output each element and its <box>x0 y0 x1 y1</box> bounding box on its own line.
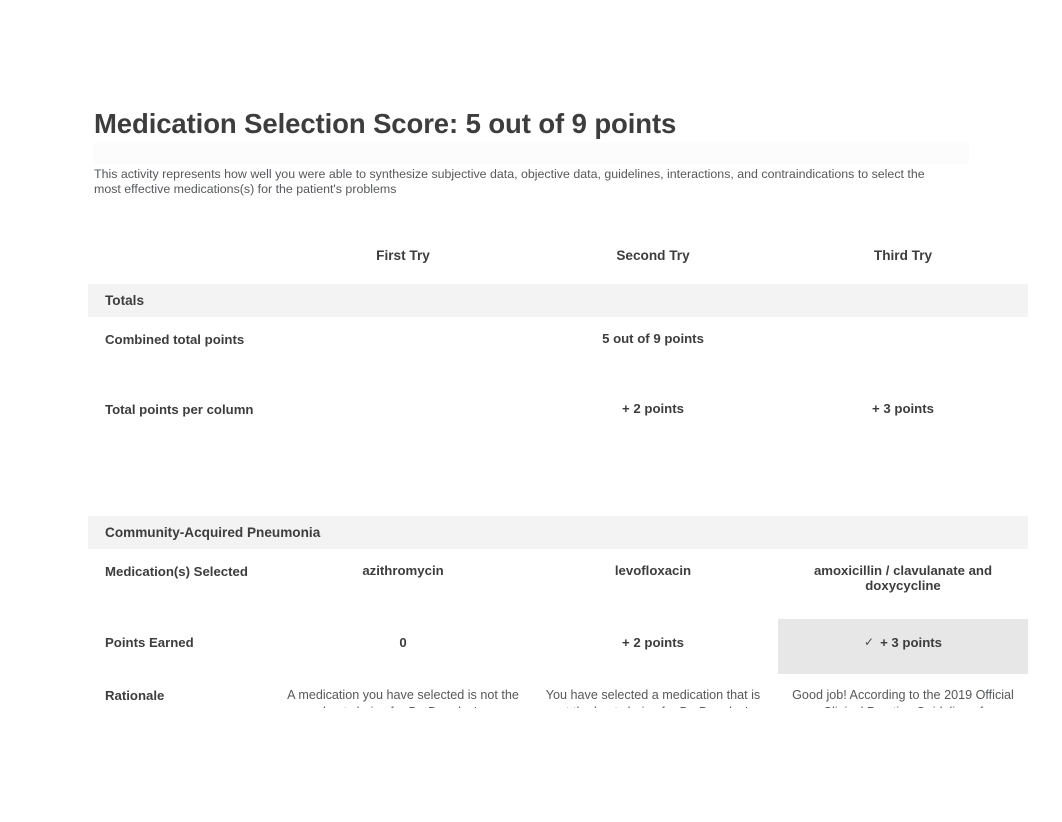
cell-third-try-best-choice: ✓ + 3 points <box>778 619 1028 674</box>
cell-second-try: + 2 points <box>622 401 684 416</box>
cell-third-try: + 3 points <box>872 401 934 416</box>
cell-first-try <box>278 317 528 387</box>
results-page: Medication Selection Score: 5 out of 9 p… <box>0 0 1062 822</box>
header-cell-second-try: Second Try <box>528 226 778 284</box>
header-cell-third-try: Third Try <box>778 226 1028 284</box>
row-label: Medication(s) Selected <box>105 564 248 579</box>
table-row-rationale: Rationale A medication you have selected… <box>88 674 1028 732</box>
decorative-band <box>94 142 969 164</box>
table-row-medications-selected: Medication(s) Selected azithromycin levo… <box>88 549 1028 619</box>
row-label: Total points per column <box>105 402 254 417</box>
cell-second-try: 5 out of 9 points <box>602 331 704 346</box>
cell-third-try: Good job! According to the 2019 Official… <box>792 688 1014 708</box>
cell-second-try: You have selected a medication that is n… <box>545 688 761 708</box>
table-header-row: First Try Second Try Third Try <box>88 226 1028 284</box>
cell-first-try <box>278 387 528 409</box>
check-icon: ✓ <box>864 635 875 649</box>
cell-first-try: A medication you have selected is not th… <box>287 688 519 708</box>
table-row-total-points-per-column: Total points per column + 2 points + 3 p… <box>88 387 1028 471</box>
cell-second-try: levofloxacin <box>614 563 692 578</box>
page-title: Medication Selection Score: 5 out of 9 p… <box>94 108 677 139</box>
section-header-totals: Totals <box>88 284 1028 317</box>
header-cell-blank <box>88 226 278 284</box>
section-header-community-acquired-pneumonia: Community-Acquired Pneumonia <box>88 516 1028 549</box>
cell-third-try-value: + 3 points <box>880 635 942 650</box>
medication-selection-table: First Try Second Try Third Try Totals Co… <box>88 226 1028 732</box>
table-row-combined-total-points: Combined total points 5 out of 9 points <box>88 317 1028 387</box>
cell-second-try: + 2 points <box>622 635 684 650</box>
row-label: Rationale <box>105 688 165 703</box>
cell-first-try: azithromycin <box>362 563 444 578</box>
header-cell-first-try: First Try <box>278 226 528 284</box>
cell-third-try: amoxicillin / clavulanate and doxycyclin… <box>813 563 993 593</box>
activity-description: This activity represents how well you we… <box>94 167 925 196</box>
row-label: Points Earned <box>105 635 194 650</box>
cell-third-try <box>778 317 1028 387</box>
table-row-points-earned: Points Earned 0 + 2 points ✓ + 3 points <box>88 619 1028 674</box>
section-title-totals: Totals <box>105 293 145 308</box>
cell-first-try: 0 <box>399 635 407 650</box>
row-label: Combined total points <box>105 332 245 347</box>
section-title-community-acquired-pneumonia: Community-Acquired Pneumonia <box>105 525 321 540</box>
